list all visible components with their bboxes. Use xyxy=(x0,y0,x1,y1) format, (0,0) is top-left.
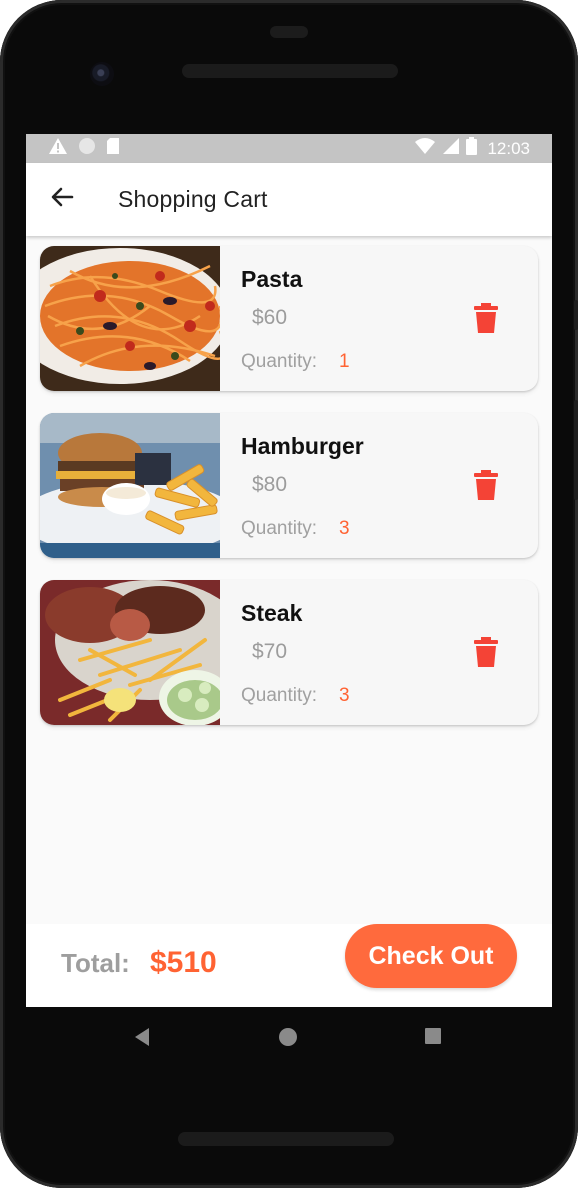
trash-icon xyxy=(474,636,498,672)
cart-item-steak[interactable]: Steak $70 Quantity: 3 xyxy=(40,580,538,725)
status-bar: 12:03 xyxy=(26,134,552,163)
system-nav-bar xyxy=(0,1007,578,1069)
item-price: $80 xyxy=(252,473,288,496)
phone-device: 12:03 Shopping Cart Pasta $60 Quantity: … xyxy=(0,0,578,1188)
delete-button[interactable] xyxy=(470,302,502,338)
front-camera xyxy=(90,62,114,86)
app-bar: Shopping Cart xyxy=(26,163,552,236)
signal-icon xyxy=(442,137,460,160)
circle-icon xyxy=(78,137,96,160)
checkout-button[interactable]: Check Out xyxy=(345,924,517,988)
item-name: Hamburger xyxy=(241,433,364,459)
hamburger-photo xyxy=(40,413,220,558)
cart-item-pasta[interactable]: Pasta $60 Quantity: 1 xyxy=(40,246,538,391)
item-name: Steak xyxy=(241,600,303,626)
item-price: $60 xyxy=(252,306,288,329)
delete-button[interactable] xyxy=(470,636,502,672)
home-circle-icon[interactable] xyxy=(278,1027,298,1052)
trash-icon xyxy=(474,302,498,338)
quantity-value: 1 xyxy=(339,351,350,372)
arrow-left-icon xyxy=(50,186,74,213)
quantity-label: Quantity: xyxy=(241,685,318,706)
cart-item-hamburger[interactable]: Hamburger $80 Quantity: 3 xyxy=(40,413,538,558)
quantity-label: Quantity: xyxy=(241,351,318,372)
recents-square-icon[interactable] xyxy=(424,1027,442,1050)
bottom-speaker xyxy=(178,1132,394,1146)
item-price: $70 xyxy=(252,640,288,663)
top-speaker xyxy=(270,26,308,38)
checkout-footer: Total: $510 Check Out xyxy=(26,924,552,1007)
status-time: 12:03 xyxy=(487,138,530,158)
quantity-label: Quantity: xyxy=(241,518,318,539)
sd-card-icon xyxy=(106,137,120,160)
volume-button xyxy=(574,300,578,330)
back-button[interactable] xyxy=(32,170,92,230)
wifi-icon xyxy=(414,137,436,160)
trash-icon xyxy=(474,469,498,505)
item-name: Pasta xyxy=(241,266,303,292)
page-title: Shopping Cart xyxy=(118,186,268,212)
app-screen: 12:03 Shopping Cart Pasta $60 Quantity: … xyxy=(26,134,552,1007)
total-label: Total: xyxy=(61,948,130,978)
battery-icon xyxy=(466,137,478,160)
pasta-photo xyxy=(40,246,220,391)
quantity-value: 3 xyxy=(339,685,350,706)
delete-button[interactable] xyxy=(470,469,502,505)
power-button xyxy=(574,400,578,500)
total-value: $510 xyxy=(150,946,217,979)
earpiece-speaker xyxy=(182,64,398,78)
warning-icon xyxy=(48,137,68,160)
quantity-value: 3 xyxy=(339,518,350,539)
steak-photo xyxy=(40,580,220,725)
back-triangle-icon[interactable] xyxy=(133,1027,151,1052)
